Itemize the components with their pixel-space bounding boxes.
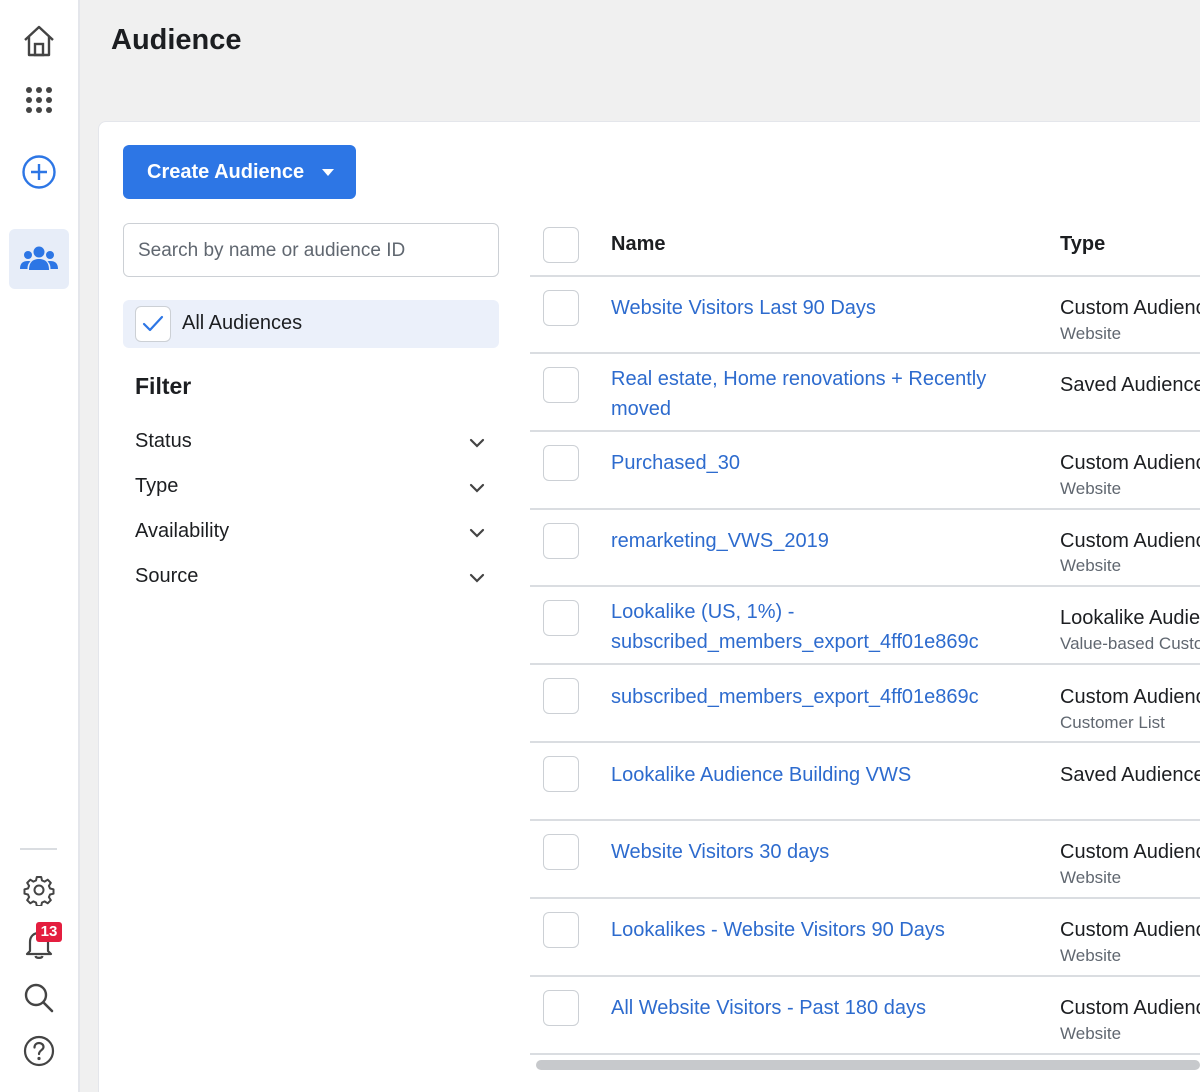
audience-type: Custom Audience (1060, 997, 1200, 1019)
audience-name-link[interactable]: Lookalikes - Website Visitors 90 Days (611, 915, 1011, 945)
row-checkbox[interactable] (543, 834, 579, 870)
audience-type: Custom Audience (1060, 452, 1200, 474)
table-row[interactable]: Purchased_30 Custom Audience Website (530, 432, 1200, 510)
audience-name-link[interactable]: Website Visitors 30 days (611, 837, 1011, 867)
row-checkbox[interactable] (543, 367, 579, 403)
row-checkbox[interactable] (543, 912, 579, 948)
audience-name-link[interactable]: Real estate, Home renovations + Recently… (611, 364, 1011, 424)
select-all-checkbox[interactable] (543, 227, 579, 263)
table-row[interactable]: Website Visitors Last 90 Days Custom Aud… (530, 277, 1200, 354)
row-checkbox[interactable] (543, 756, 579, 792)
audience-subtype: Website (1060, 556, 1122, 575)
column-header-name[interactable]: Name (611, 233, 665, 256)
audience-subtype: Website (1060, 324, 1122, 343)
audience-type: Custom Audience (1060, 530, 1200, 552)
audience-type: Custom Audience (1060, 841, 1200, 863)
audience-name-link[interactable]: Purchased_30 (611, 448, 1011, 478)
audience-type: Custom Audience (1060, 686, 1200, 708)
audience-name-link[interactable]: remarketing_VWS_2019 (611, 526, 1011, 556)
audience-name-link[interactable]: All Website Visitors - Past 180 days (611, 993, 1011, 1023)
audience-type: Lookalike Audience (1060, 607, 1200, 629)
table-row[interactable]: remarketing_VWS_2019 Custom Audience Web… (530, 510, 1200, 587)
audience-name-link[interactable]: Lookalike (US, 1%) - subscribed_members_… (611, 597, 1031, 657)
table-row[interactable]: subscribed_members_export_4ff01e869c Cus… (530, 665, 1200, 743)
audience-subtype: Website (1060, 479, 1122, 498)
row-checkbox[interactable] (543, 290, 579, 326)
horizontal-scrollbar[interactable] (536, 1060, 1200, 1070)
audience-subtype: Value-based Custom Audience (1060, 634, 1200, 653)
audience-type: Saved Audience (1060, 374, 1200, 396)
audience-subtype: Website (1060, 868, 1122, 887)
audience-table: Name Type Website Visitors Last 90 Days … (0, 0, 1200, 1092)
audience-subtype: Customer List (1060, 713, 1165, 732)
audience-subtype: Website (1060, 1024, 1122, 1043)
table-row[interactable]: Lookalike Audience Building VWS Saved Au… (530, 743, 1200, 821)
column-header-type[interactable]: Type (1060, 233, 1105, 256)
audience-subtype: Website (1060, 946, 1122, 965)
audience-type: Custom Audience (1060, 919, 1200, 941)
row-checkbox[interactable] (543, 600, 579, 636)
row-checkbox[interactable] (543, 523, 579, 559)
table-row[interactable]: Website Visitors 30 days Custom Audience… (530, 821, 1200, 899)
audience-type: Custom Audience (1060, 297, 1200, 319)
row-checkbox[interactable] (543, 678, 579, 714)
table-row[interactable]: Lookalikes - Website Visitors 90 Days Cu… (530, 899, 1200, 977)
row-checkbox[interactable] (543, 990, 579, 1026)
audience-type: Saved Audience (1060, 764, 1200, 786)
table-row[interactable]: Real estate, Home renovations + Recently… (530, 354, 1200, 432)
audience-name-link[interactable]: subscribed_members_export_4ff01e869c (611, 682, 1011, 712)
audience-name-link[interactable]: Lookalike Audience Building VWS (611, 760, 1011, 790)
table-row[interactable]: All Website Visitors - Past 180 days Cus… (530, 977, 1200, 1055)
table-row[interactable]: Lookalike (US, 1%) - subscribed_members_… (530, 587, 1200, 665)
audience-name-link[interactable]: Website Visitors Last 90 Days (611, 293, 1011, 323)
row-checkbox[interactable] (543, 445, 579, 481)
